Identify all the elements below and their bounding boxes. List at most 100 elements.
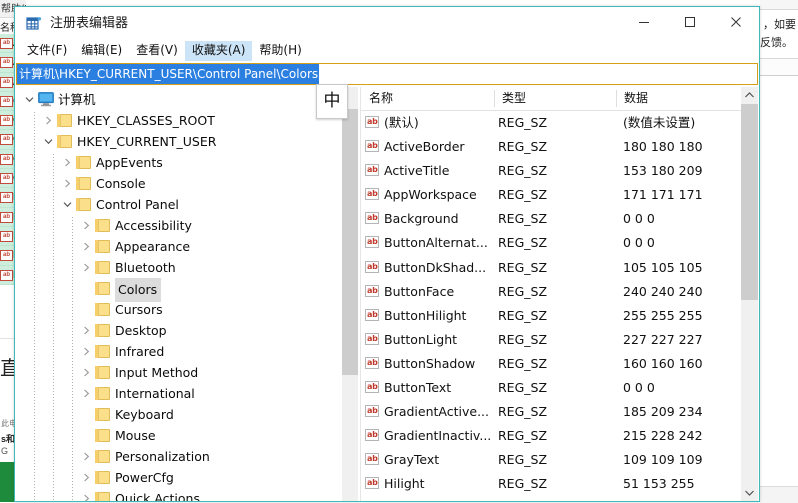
close-button[interactable] [713,7,759,37]
tree-item-bluetooth[interactable]: Bluetooth [16,257,346,278]
list-scroll-down-button[interactable] [741,484,758,501]
table-row[interactable]: abButtonLightREG_SZ227 227 227 [361,328,758,352]
chevron-right-icon[interactable] [79,446,93,467]
table-row[interactable]: abAppWorkspaceREG_SZ171 171 171 [361,183,758,207]
string-value-icon: ab [365,381,379,393]
table-row[interactable]: abGrayTextREG_SZ109 109 109 [361,448,758,472]
chevron-right-icon[interactable] [60,152,74,173]
chevron-right-icon[interactable] [79,215,93,236]
tree-item-console[interactable]: Console [16,173,346,194]
table-row[interactable]: abButtonHilightREG_SZ255 255 255 [361,304,758,328]
ime-indicator[interactable]: 中 [316,84,348,119]
string-value-icon: ab [365,164,379,176]
chevron-right-icon[interactable] [79,383,93,404]
table-row[interactable]: abHilightTextREG_SZ255 255 255 [361,497,758,502]
value-name: ButtonDkShad... [384,256,486,280]
tree-item-powercfg[interactable]: PowerCfg [16,467,346,488]
column-divider-1[interactable] [494,90,495,107]
tree-item-hkey-classes-root[interactable]: HKEY_CLASSES_ROOT [16,110,346,131]
tree-item-label: Keyboard [115,404,174,425]
chevron-right-icon[interactable] [79,362,93,383]
column-header-1[interactable]: 类型 [494,87,616,110]
value-name: ButtonHilight [384,304,466,328]
registry-value-pane[interactable]: 名称类型数据 ab(默认)REG_SZ(数值未设置)abActiveBorder… [361,87,758,501]
list-column-headers[interactable]: 名称类型数据 [361,87,758,111]
table-row[interactable]: abButtonAlternat...REG_SZ0 0 0 [361,231,758,255]
list-scrollbar[interactable] [741,87,758,501]
tree-item-label: Bluetooth [115,257,176,278]
column-header-2[interactable]: 数据 [616,87,756,110]
table-row[interactable]: abActiveBorderREG_SZ180 180 180 [361,135,758,159]
value-type: REG_SZ [498,472,547,496]
tree-item-colors[interactable]: Colors [16,278,346,299]
tree-item-keyboard[interactable]: Keyboard [16,404,346,425]
chevron-right-icon[interactable] [79,488,93,501]
tree-item-label: Input Method [115,362,198,383]
table-row[interactable]: abButtonTextREG_SZ0 0 0 [361,376,758,400]
tree-item-appevents[interactable]: AppEvents [16,152,346,173]
chevron-right-icon[interactable] [79,341,93,362]
tree-item-cursors[interactable]: Cursors [16,299,346,320]
content-split: 计算机HKEY_CLASSES_ROOTHKEY_CURRENT_USERApp… [15,87,759,501]
menu-item-4[interactable]: 帮助(H) [252,41,308,61]
menu-item-3[interactable]: 收藏夹(A) [185,41,253,61]
tree-item-personalization[interactable]: Personalization [16,446,346,467]
address-input[interactable]: 计算机\HKEY_CURRENT_USER\Control Panel\Colo… [17,64,319,84]
folder-icon [76,177,91,190]
table-row[interactable]: abActiveTitleREG_SZ153 180 209 [361,159,758,183]
tree-scrollbar-thumb[interactable] [342,109,358,375]
bg-left-text-2: s和 [1,432,15,445]
tree-guide-line-1 [53,154,54,501]
menu-item-1[interactable]: 编辑(E) [74,41,129,61]
list-scroll-up-button[interactable] [741,87,758,104]
string-value-icon: ab [365,140,379,152]
menu-item-0[interactable]: 文件(F) [20,41,74,61]
table-row[interactable]: abButtonDkShad...REG_SZ105 105 105 [361,256,758,280]
value-type: REG_SZ [498,497,547,502]
chevron-right-icon[interactable] [60,173,74,194]
tree-item-label: 计算机 [58,89,96,110]
value-data: 240 240 240 [623,280,703,304]
registry-tree[interactable]: 计算机HKEY_CLASSES_ROOTHKEY_CURRENT_USERApp… [16,89,346,501]
value-data: 255 255 255 [623,497,703,502]
tree-item-quick-actions[interactable]: Quick Actions [16,488,346,501]
tree-item-hkey-current-user[interactable]: HKEY_CURRENT_USER [16,131,346,152]
tree-scrollbar[interactable] [342,87,358,501]
table-row[interactable]: abButtonShadowREG_SZ160 160 160 [361,352,758,376]
table-row[interactable]: abBackgroundREG_SZ0 0 0 [361,207,758,231]
chevron-down-icon[interactable] [22,89,36,110]
tree-item-mouse[interactable]: Mouse [16,425,346,446]
registry-value-list[interactable]: ab(默认)REG_SZ(数值未设置)abActiveBorderREG_SZ1… [361,111,758,501]
chevron-down-icon[interactable] [41,131,55,152]
tree-item--[interactable]: 计算机 [16,89,346,110]
string-value-icon: ab [0,212,13,223]
column-divider-2[interactable] [616,90,617,107]
folder-icon [95,387,110,400]
chevron-down-icon[interactable] [60,194,74,215]
table-row[interactable]: ab(默认)REG_SZ(数值未设置) [361,111,758,135]
table-row[interactable]: abGradientInactiv...REG_SZ215 228 242 [361,424,758,448]
tree-item-control-panel[interactable]: Control Panel [16,194,346,215]
string-value-icon: ab [0,134,13,145]
chevron-right-icon[interactable] [79,467,93,488]
tree-item-desktop[interactable]: Desktop [16,320,346,341]
chevron-right-icon[interactable] [79,257,93,278]
menu-item-2[interactable]: 查看(V) [129,41,185,61]
minimize-button[interactable] [621,7,667,37]
maximize-button[interactable] [667,7,713,37]
table-row[interactable]: abHilightREG_SZ51 153 255 [361,472,758,496]
table-row[interactable]: abButtonFaceREG_SZ240 240 240 [361,280,758,304]
tree-item-input-method[interactable]: Input Method [16,362,346,383]
tree-item-accessibility[interactable]: Accessibility [16,215,346,236]
chevron-right-icon[interactable] [79,320,93,341]
tree-item-appearance[interactable]: Appearance [16,236,346,257]
list-scrollbar-thumb[interactable] [741,104,758,300]
chevron-right-icon[interactable] [41,110,55,131]
registry-tree-pane[interactable]: 计算机HKEY_CLASSES_ROOTHKEY_CURRENT_USERApp… [16,87,361,501]
address-bar[interactable]: 计算机\HKEY_CURRENT_USER\Control Panel\Colo… [16,63,758,85]
tree-item-infrared[interactable]: Infrared [16,341,346,362]
table-row[interactable]: abGradientActive...REG_SZ185 209 234 [361,400,758,424]
tree-item-international[interactable]: International [16,383,346,404]
chevron-right-icon[interactable] [79,236,93,257]
column-header-0[interactable]: 名称 [361,87,494,110]
